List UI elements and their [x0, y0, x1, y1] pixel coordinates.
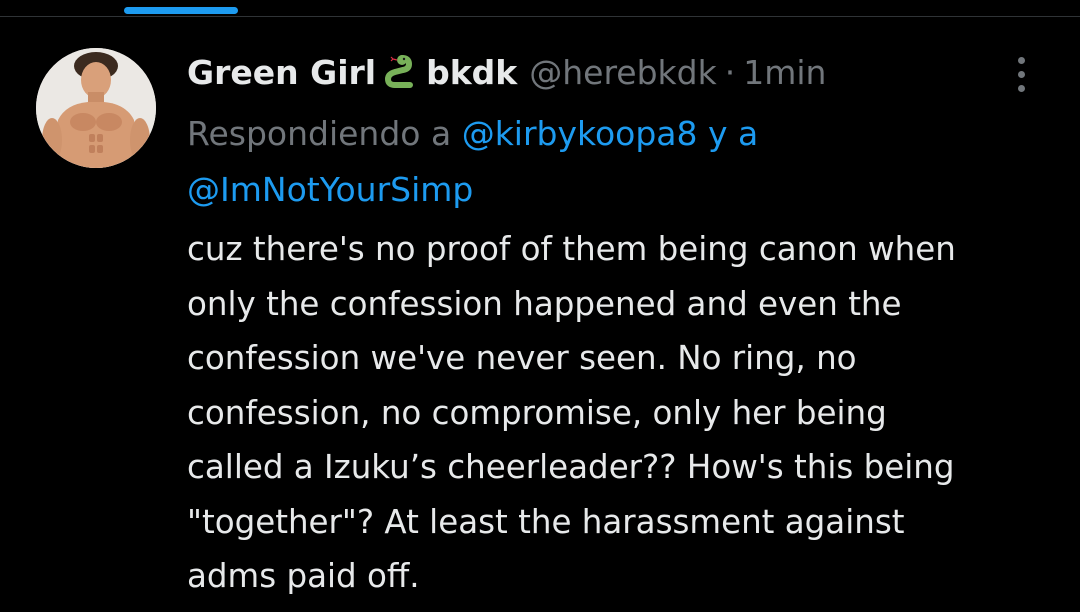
tweet-text-line: "together"? At least the harassment agai…: [187, 502, 905, 541]
avatar[interactable]: [36, 48, 156, 168]
author-display-name[interactable]: Green Girl: [187, 53, 376, 92]
snake-emoji-icon: [378, 52, 418, 92]
tweet-text: cuz there's no proof of them being canon…: [187, 222, 1057, 604]
reply-conjunction[interactable]: y a: [708, 114, 758, 153]
tweet-text-line: only the confession happened and even th…: [187, 284, 902, 323]
more-dot: [1017, 84, 1025, 92]
tweet-timestamp[interactable]: 1min: [743, 53, 826, 92]
tweet-header: Green Girl bkdk @herebkdk · 1min: [187, 48, 1057, 96]
more-dot: [1017, 56, 1025, 64]
more-dot: [1017, 70, 1025, 78]
reply-context: Respondiendo a @kirbykoopa8 y a @ImNotYo…: [187, 106, 1057, 218]
reply-mention-imnotyoursimp[interactable]: @ImNotYourSimp: [187, 170, 473, 209]
top-divider: [0, 16, 1080, 17]
header-separator: ·: [724, 52, 736, 92]
more-options-icon[interactable]: [1007, 52, 1035, 96]
tweet-text-line: adms paid off.: [187, 557, 420, 595]
tweet-text-line: cuz there's no proof of them being canon…: [187, 230, 956, 268]
active-tab-indicator: [124, 7, 238, 14]
tweet-text-line: called a Izuku’s cheerleader?? How's thi…: [187, 448, 955, 486]
author-handle[interactable]: @herebkdk: [529, 53, 716, 92]
reply-mention-kirbykoopa8[interactable]: @kirbykoopa8: [462, 114, 698, 153]
tweet-content: Green Girl bkdk @herebkdk · 1min Respond…: [187, 48, 1057, 604]
tweet-text-line: confession, no compromise, only her bein…: [187, 393, 887, 432]
tweet-text-line: confession we've never seen. No ring, no: [187, 339, 857, 377]
author-tag: bkdk: [426, 52, 518, 92]
reply-prefix: Respondiendo a: [187, 114, 452, 153]
